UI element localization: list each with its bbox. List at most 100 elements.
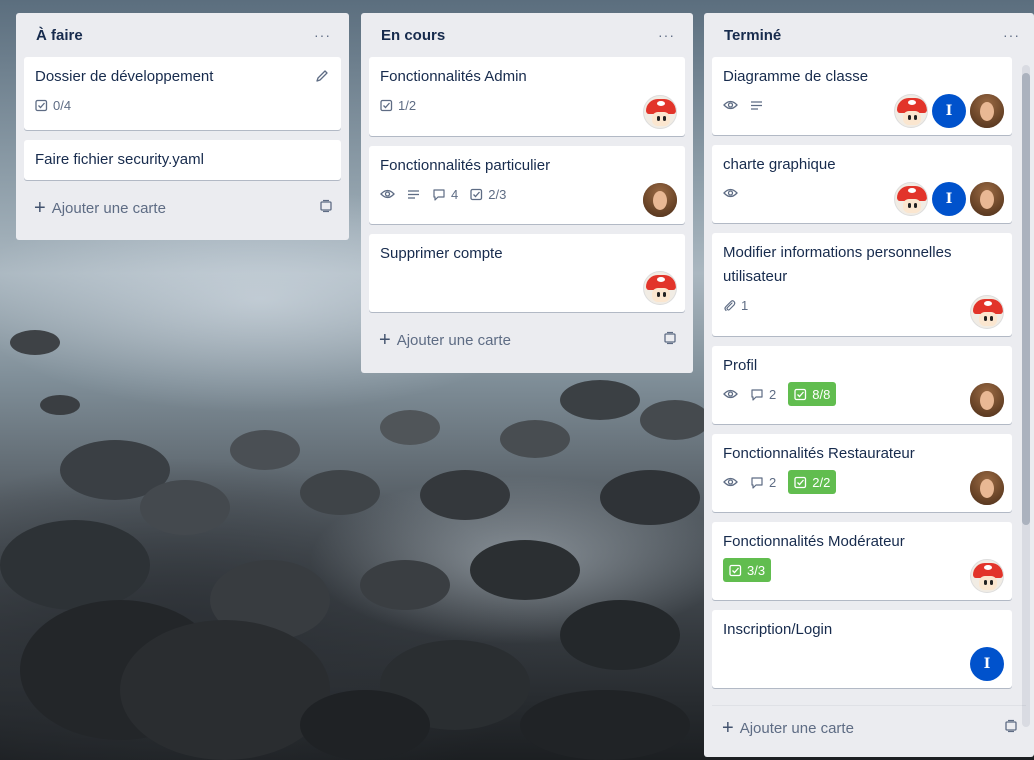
checklist-count: 3/3 xyxy=(747,562,766,578)
list-title[interactable]: En cours xyxy=(381,27,445,44)
avatar-mushroom[interactable] xyxy=(643,271,677,305)
card-fonctionnalites-admin[interactable]: Fonctionnalités Admin 1/2 xyxy=(369,57,685,136)
list-header: Terminé ··· xyxy=(712,13,1019,57)
avatar-initial[interactable]: I xyxy=(932,182,966,216)
card-title: Fonctionnalités particulier xyxy=(380,157,551,174)
card-members: I xyxy=(894,182,1004,216)
add-card-button[interactable]: + Ajouter une carte xyxy=(369,322,685,358)
checklist-badge: 2/3 xyxy=(470,187,506,202)
card-template-icon[interactable] xyxy=(319,199,333,217)
avatar-initial[interactable]: I xyxy=(970,647,1004,681)
list-a-faire: À faire ··· Dossier de développement 0/4… xyxy=(16,13,349,240)
card-badges: 1 xyxy=(723,293,1002,317)
add-card-label: Ajouter une carte xyxy=(51,199,166,217)
checklist-icon xyxy=(794,388,807,401)
avatar-mushroom[interactable] xyxy=(970,295,1004,329)
checklist-complete-badge: 2/2 xyxy=(788,470,837,494)
comments-badge: 2 xyxy=(750,387,776,402)
avatar-initial[interactable]: I xyxy=(932,94,966,128)
avatar-mushroom[interactable] xyxy=(970,559,1004,593)
card-title: Inscription/Login xyxy=(723,621,833,638)
card-title: Profil xyxy=(723,357,758,374)
card-modifier-informations[interactable]: Modifier informations personnelles utili… xyxy=(712,233,1012,336)
avatar-girl[interactable] xyxy=(970,94,1004,128)
list-scrollbar[interactable] xyxy=(1022,65,1030,727)
attachments-count: 1 xyxy=(741,297,749,313)
card-badges: 1/2 xyxy=(380,93,675,117)
avatar-girl[interactable] xyxy=(970,471,1004,505)
checklist-count: 1/2 xyxy=(398,97,417,113)
card-members xyxy=(643,271,677,305)
card-members xyxy=(970,383,1004,417)
checklist-icon xyxy=(35,99,48,112)
card-profil[interactable]: Profil 2 8/8 xyxy=(712,346,1012,424)
card-charte-graphique[interactable]: charte graphique I xyxy=(712,145,1012,223)
checklist-icon xyxy=(794,476,807,489)
checklist-complete-badge: 8/8 xyxy=(788,382,837,406)
avatar-mushroom[interactable] xyxy=(643,95,677,129)
edit-icon[interactable] xyxy=(315,69,329,88)
checklist-complete-badge: 3/3 xyxy=(723,558,772,582)
list-title[interactable]: Terminé xyxy=(724,27,781,44)
card-title: Supprimer compte xyxy=(380,245,503,262)
card-security-yaml[interactable]: Faire fichier security.yaml xyxy=(24,140,341,180)
list-header: À faire ··· xyxy=(24,13,341,57)
card-fonctionnalites-particulier[interactable]: Fonctionnalités particulier 4 2/3 xyxy=(369,146,685,224)
list-termine: Terminé ··· Diagramme de classe I charte… xyxy=(704,13,1034,757)
card-members xyxy=(643,183,677,217)
eye-icon xyxy=(723,187,738,199)
avatar-girl[interactable] xyxy=(643,183,677,217)
attachments-badge: 1 xyxy=(723,298,748,313)
card-badges: 0/4 xyxy=(35,93,331,117)
comments-badge: 2 xyxy=(750,475,776,490)
card-inscription-login[interactable]: Inscription/Login I xyxy=(712,610,1012,688)
card-title: Diagramme de classe xyxy=(723,68,869,85)
checklist-badge: 0/4 xyxy=(35,98,71,113)
card-badges: 3/3 xyxy=(723,558,1002,582)
card-badges: 2 8/8 xyxy=(723,382,1002,406)
checklist-badge: 1/2 xyxy=(380,98,416,113)
add-card-button[interactable]: + Ajouter une carte xyxy=(24,190,341,226)
description-icon xyxy=(407,189,420,200)
card-fonctionnalites-moderateur[interactable]: Fonctionnalités Modérateur 3/3 xyxy=(712,522,1012,600)
avatar-girl[interactable] xyxy=(970,182,1004,216)
card-template-icon[interactable] xyxy=(663,331,677,349)
add-card-button[interactable]: + Ajouter une carte xyxy=(712,705,1026,750)
card-diagramme-de-classe[interactable]: Diagramme de classe I xyxy=(712,57,1012,135)
card-title: charte graphique xyxy=(723,156,836,173)
list-menu-icon[interactable]: ··· xyxy=(308,23,337,47)
card-badges: 4 2/3 xyxy=(380,182,675,206)
card-fonctionnalites-restaurateur[interactable]: Fonctionnalités Restaurateur 2 2/2 xyxy=(712,434,1012,512)
card-title: Fonctionnalités Restaurateur xyxy=(723,445,915,462)
card-list: Fonctionnalités Admin 1/2 Fonctionnalité… xyxy=(369,57,685,312)
card-dossier-developpement[interactable]: Dossier de développement 0/4 xyxy=(24,57,341,130)
checklist-count: 0/4 xyxy=(53,97,72,113)
plus-icon: + xyxy=(722,717,734,739)
comments-badge: 4 xyxy=(432,187,458,202)
plus-icon: + xyxy=(379,329,391,351)
comment-icon xyxy=(432,188,446,201)
attachment-icon xyxy=(723,299,736,312)
avatar-mushroom[interactable] xyxy=(894,182,928,216)
comments-count: 2 xyxy=(769,386,777,402)
list-en-cours: En cours ··· Fonctionnalités Admin 1/2 F… xyxy=(361,13,693,373)
list-scrollbar-thumb[interactable] xyxy=(1022,73,1030,525)
card-template-icon[interactable] xyxy=(1004,719,1018,737)
card-members xyxy=(643,95,677,129)
list-title[interactable]: À faire xyxy=(36,27,83,44)
checklist-count: 2/2 xyxy=(812,474,831,490)
eye-icon xyxy=(380,188,395,200)
avatar-mushroom[interactable] xyxy=(894,94,928,128)
list-menu-icon[interactable]: ··· xyxy=(652,23,681,47)
eye-icon xyxy=(723,99,738,111)
card-supprimer-compte[interactable]: Supprimer compte xyxy=(369,234,685,312)
list-menu-icon[interactable]: ··· xyxy=(997,23,1026,47)
add-card-label: Ajouter une carte xyxy=(739,719,854,737)
card-title: Fonctionnalités Admin xyxy=(380,68,527,85)
card-list: Dossier de développement 0/4 Faire fichi… xyxy=(24,57,341,180)
card-badges: 2 2/2 xyxy=(723,470,1002,494)
card-members xyxy=(970,559,1004,593)
card-title: Faire fichier security.yaml xyxy=(35,151,204,168)
avatar-girl[interactable] xyxy=(970,383,1004,417)
card-members xyxy=(970,295,1004,329)
